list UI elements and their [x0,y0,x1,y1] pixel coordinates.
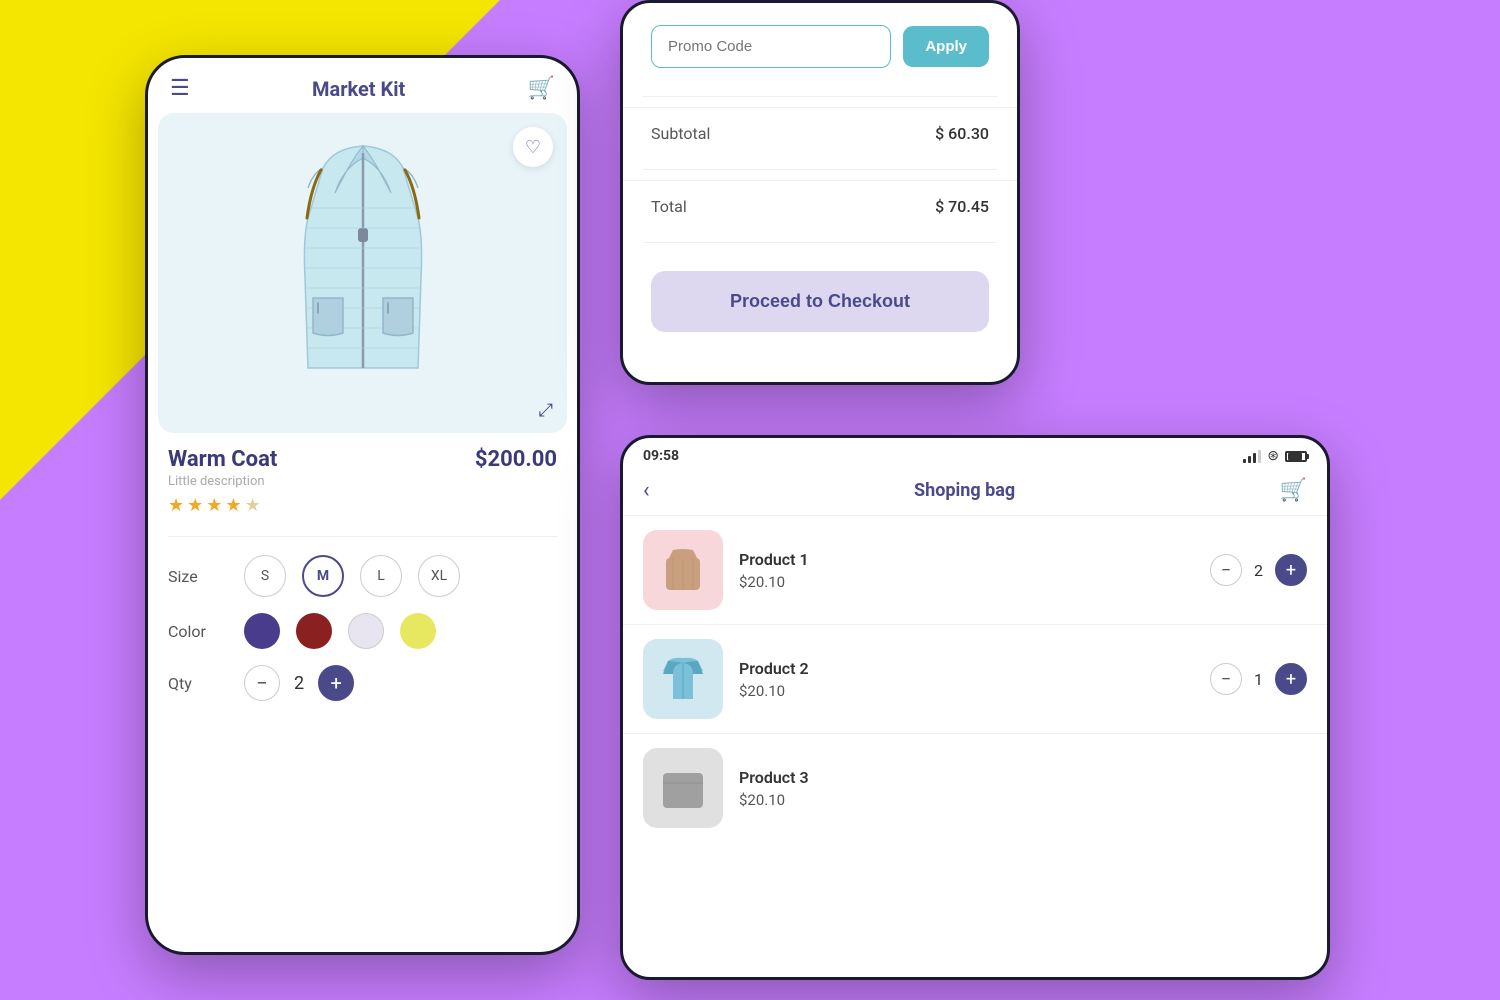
product-3-price: $20.10 [739,791,1307,809]
product-2-image [653,649,713,709]
qty-row: Qty − 2 + [148,657,577,709]
product-1-price: $20.10 [739,573,1194,591]
product-2-info: Product 2 $20.10 [739,659,1194,700]
bag-title: Shoping bag [914,480,1015,501]
product-3-image [653,758,713,818]
product-3-name: Product 3 [739,768,1307,787]
divider-1 [168,536,557,537]
checkout-card: Apply Subtotal $ 60.30 Total $ 70.45 Pro… [620,0,1020,385]
battery-fill [1288,453,1302,460]
size-label: Size [168,567,228,586]
product-2-name: Product 2 [739,659,1194,678]
apply-promo-button[interactable]: Apply [903,26,989,67]
qty-label: Qty [168,674,228,693]
star-1: ★ [168,495,184,516]
product-thumb-2 [643,639,723,719]
promo-code-input[interactable] [651,25,891,68]
color-purple[interactable] [244,613,280,649]
app-title: Market Kit [312,77,405,101]
wifi-icon: ⊛ [1267,448,1279,464]
product-card-3: Product 3 $20.10 [623,733,1327,842]
product-1-name: Product 1 [739,550,1194,569]
product-price: $200.00 [475,447,557,472]
left-phone: ☰ Market Kit 🛒 [145,55,580,955]
heart-icon: ♡ [525,137,541,158]
expand-button[interactable]: ⤢ [539,400,553,421]
product-2-price: $20.10 [739,682,1194,700]
status-bar: 09:58 ⊛ [623,438,1327,470]
qty-control: − 2 + [244,665,354,701]
color-label: Color [168,622,228,641]
product-1-image [653,540,713,600]
product-info: Warm Coat Little description $200.00 ★ ★… [148,433,577,526]
status-icons: ⊛ [1243,448,1307,464]
star-5: ★ [245,495,261,516]
color-red[interactable] [296,613,332,649]
size-row: Size S M L XL [148,547,577,605]
proceed-checkout-button[interactable]: Proceed to Checkout [651,271,989,332]
product-name: Warm Coat [168,447,277,472]
signal-bar-2 [1248,456,1251,463]
product-1-plus-button[interactable]: + [1275,554,1307,586]
size-m[interactable]: M [302,555,344,597]
product-2-qty-control: − 1 + [1210,663,1307,695]
product-card-1: Product 1 $20.10 − 2 + [623,515,1327,624]
product-card-2: Product 2 $20.10 − 1 + [623,624,1327,733]
product-1-info: Product 1 $20.10 [739,550,1194,591]
divider-subtotal [643,169,997,170]
product-2-plus-button[interactable]: + [1275,663,1307,695]
size-l[interactable]: L [360,555,402,597]
subtotal-row: Subtotal $ 60.30 [623,107,1017,159]
color-yellow[interactable] [400,613,436,649]
phone-header: ☰ Market Kit 🛒 [148,58,577,113]
cart-icon[interactable]: 🛒 [528,76,555,101]
color-white[interactable] [348,613,384,649]
size-s[interactable]: S [244,555,286,597]
divider-promo [643,96,997,97]
battery-tip [1307,454,1309,459]
size-xl[interactable]: XL [418,555,460,597]
expand-icon: ⤢ [539,400,553,421]
star-2: ★ [187,495,203,516]
product-image [263,138,463,408]
product-thumb-1 [643,530,723,610]
status-time: 09:58 [643,448,679,464]
product-1-qty: 2 [1254,561,1263,580]
qty-minus-button[interactable]: − [244,665,280,701]
product-thumb-3 [643,748,723,828]
bag-cart-icon[interactable]: 🛒 [1280,478,1307,503]
back-button[interactable]: ‹ [643,478,650,503]
product-1-minus-button[interactable]: − [1210,554,1242,586]
star-3: ★ [206,495,222,516]
product-2-qty: 1 [1254,670,1263,689]
signal-bar-1 [1243,459,1246,463]
signal-bar-4 [1258,450,1261,463]
divider-total [643,242,997,243]
subtotal-value: $ 60.30 [935,124,989,143]
signal-bar-3 [1253,453,1256,463]
hamburger-icon[interactable]: ☰ [170,76,190,101]
bag-header: ‹ Shoping bag 🛒 [623,470,1327,515]
wishlist-button[interactable]: ♡ [513,127,553,167]
qty-value: 2 [294,673,304,694]
total-value: $ 70.45 [935,197,989,216]
product-1-qty-control: − 2 + [1210,554,1307,586]
bottom-phone: 09:58 ⊛ ‹ Shoping bag 🛒 [620,435,1330,980]
product-description: Little description [168,474,277,489]
promo-row: Apply [623,3,1017,86]
product-2-minus-button[interactable]: − [1210,663,1242,695]
total-label: Total [651,197,687,216]
total-row: Total $ 70.45 [623,180,1017,232]
product-3-info: Product 3 $20.10 [739,768,1307,809]
star-rating: ★ ★ ★ ★ ★ [168,495,557,516]
star-4: ★ [225,495,241,516]
product-image-container: ♡ ⤢ [158,113,567,433]
signal-icon [1243,449,1261,463]
subtotal-label: Subtotal [651,124,710,143]
battery-icon [1285,451,1307,462]
color-row: Color [148,605,577,657]
qty-plus-button[interactable]: + [318,665,354,701]
